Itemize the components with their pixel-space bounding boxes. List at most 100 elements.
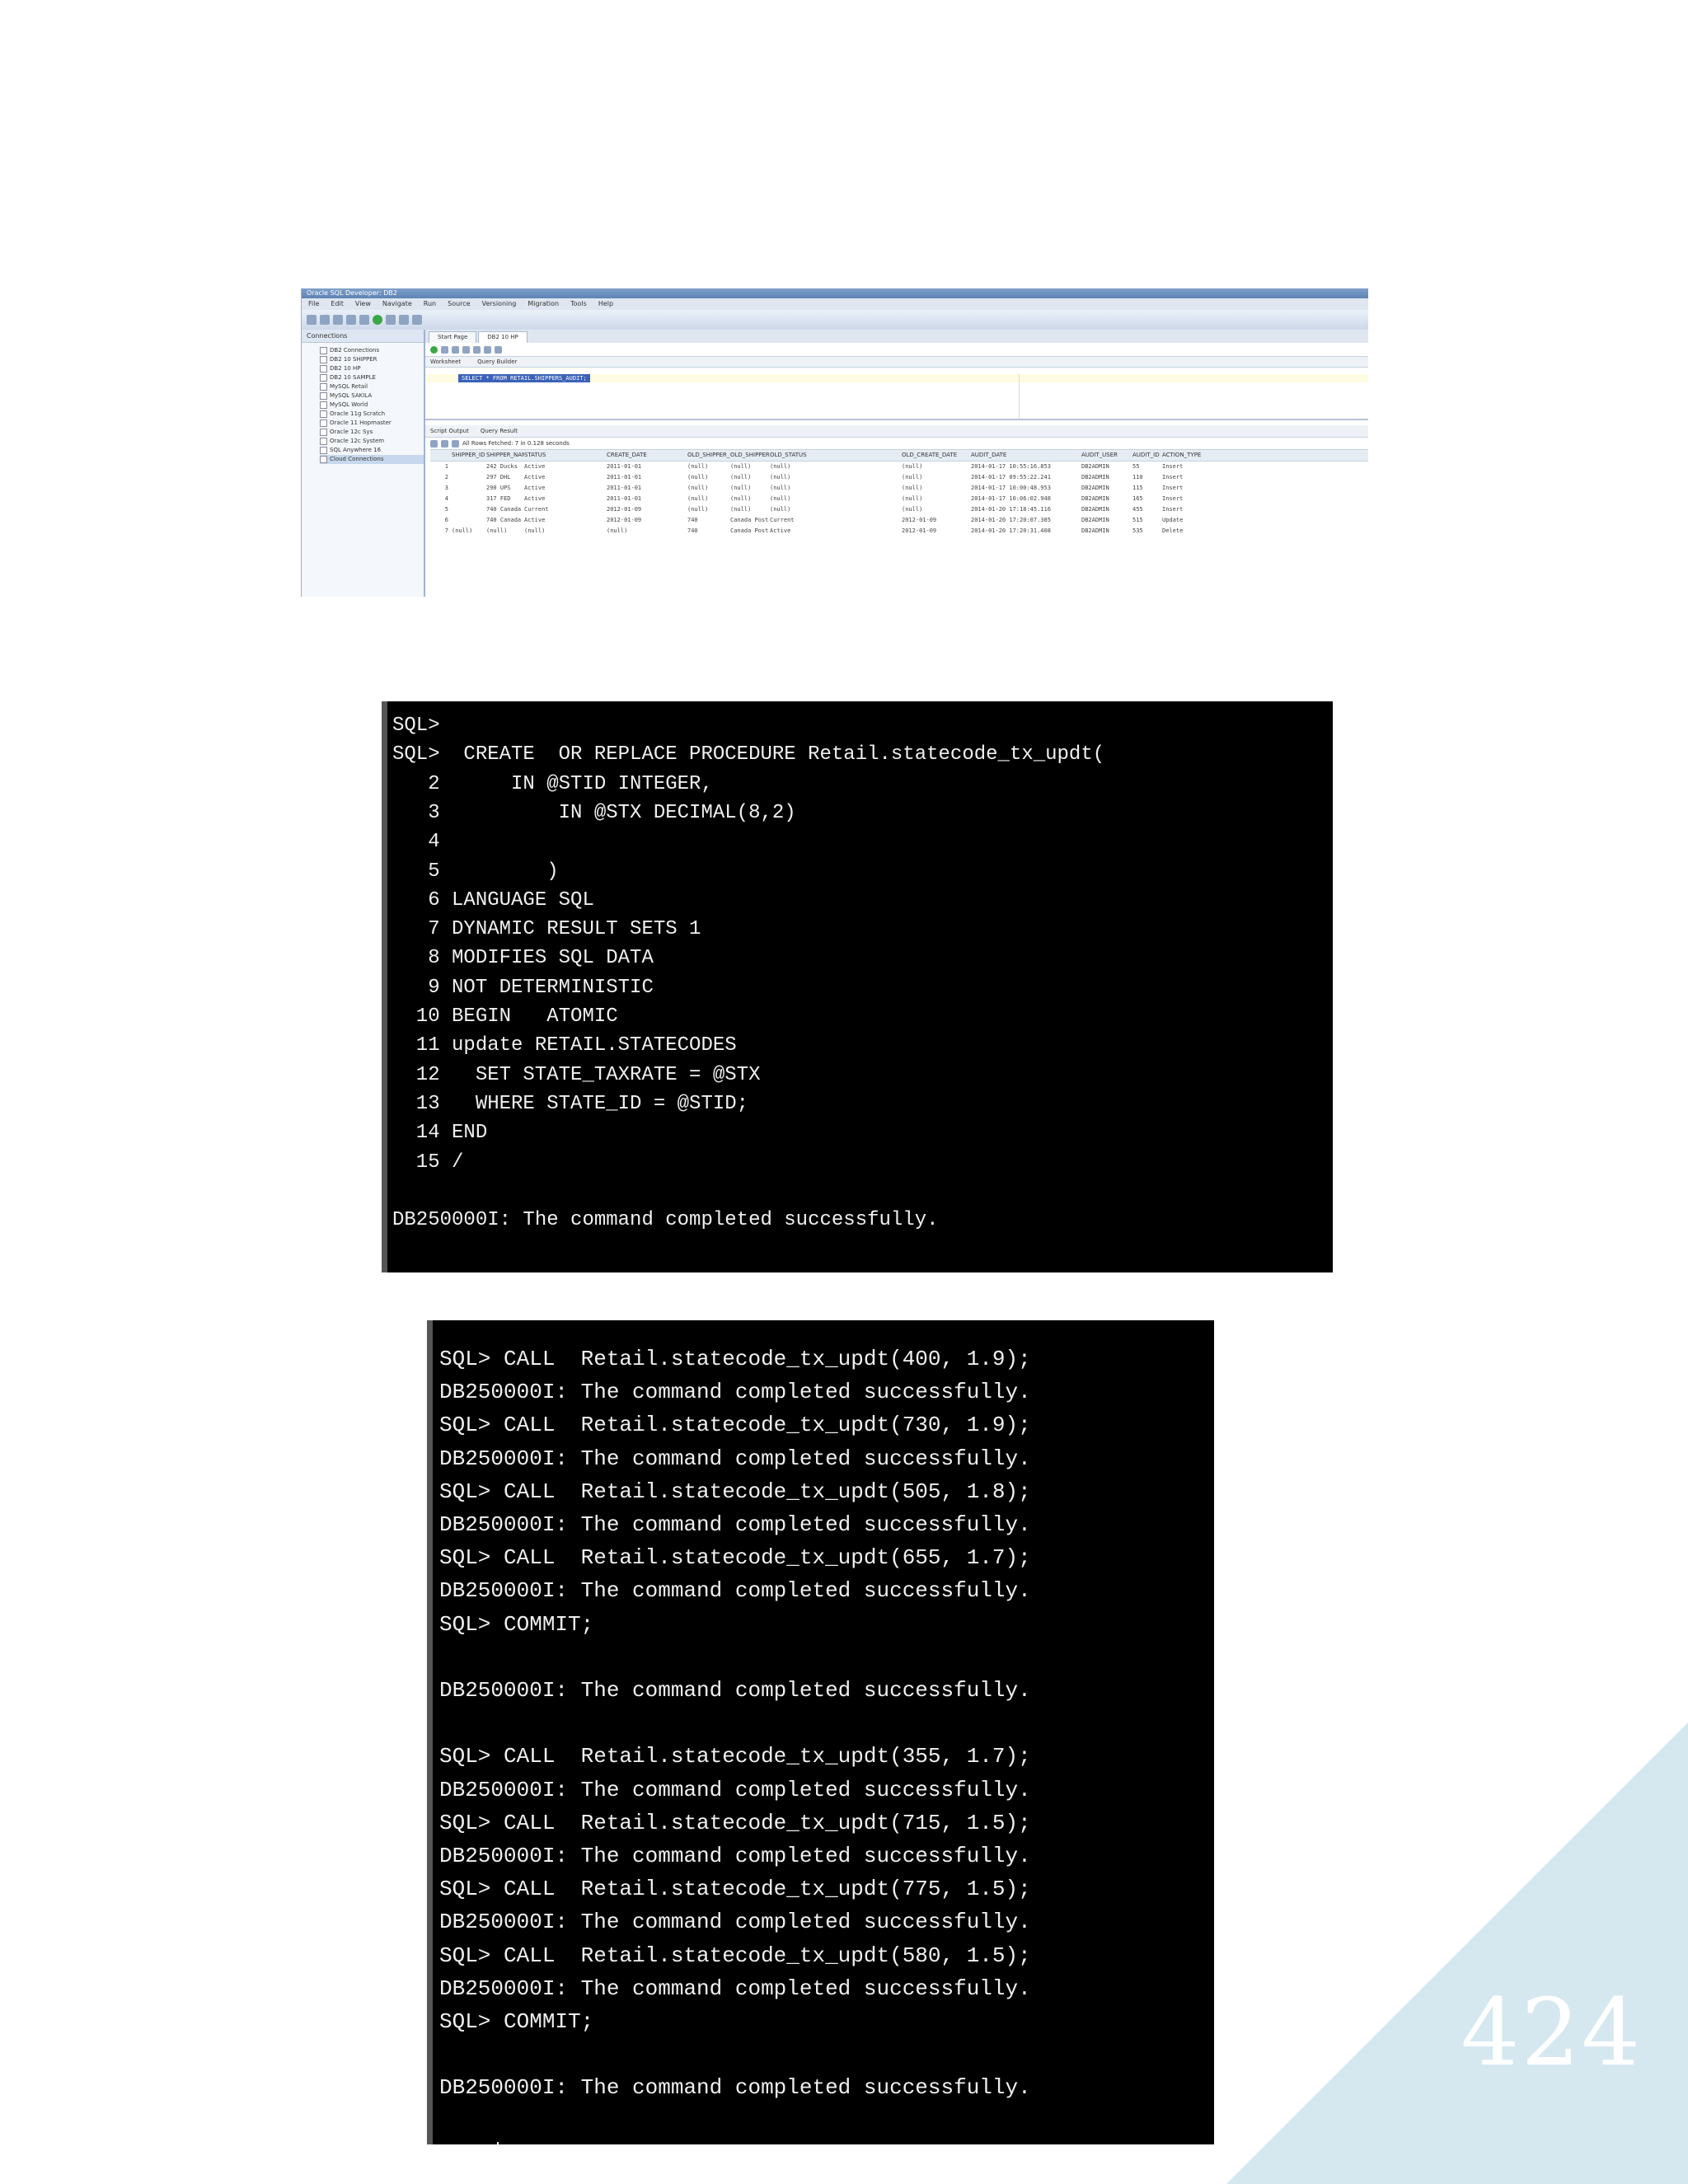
menu-run[interactable]: Run — [424, 298, 436, 310]
refresh-icon[interactable] — [452, 439, 459, 448]
table-cell: 3 — [444, 485, 448, 491]
table-cell: (null) — [687, 485, 709, 491]
grid-header-cell[interactable]: OLD_CREATE_DATE — [902, 450, 971, 461]
output-tabs: Script Output Query Result — [425, 425, 1368, 438]
clear-icon[interactable] — [495, 345, 502, 354]
page-number: 424 — [1461, 1980, 1642, 2087]
table-cell — [452, 462, 486, 472]
tab-db2-connection[interactable]: DB2 10 HP — [478, 331, 528, 343]
table-row[interactable]: 5 740 Canada PostCurrent 2012-01-09 (null) (… — [430, 504, 1368, 515]
expand-icon[interactable] — [320, 392, 327, 400]
menu-tools[interactable]: Tools — [570, 298, 587, 310]
grid-header-cell[interactable]: OLD_SHIPPER_NAME — [730, 450, 770, 461]
expand-icon[interactable] — [320, 419, 327, 427]
terminal-line: 6 LANGUAGE SQL — [392, 888, 594, 912]
autotrace-icon[interactable] — [473, 345, 481, 354]
table-row[interactable]: 2 297 DHL Active 2011-01-01 (null) (null) (nul… — [430, 472, 1368, 483]
commit-icon[interactable] — [452, 345, 459, 354]
export-icon[interactable] — [441, 439, 448, 448]
tab-query-builder[interactable]: Query Builder — [477, 357, 517, 367]
terminal-line: SQL> CALL Retail.statecode_tx_updt(655, … — [439, 1545, 1031, 1571]
tree-item-label: Oracle 11 Hopmaster — [330, 419, 392, 426]
grid-header-cell[interactable]: AUDIT_DATE — [971, 450, 1081, 461]
table-row[interactable]: 3 290 UPS Active 2011-01-01 (null) (null) (nul… — [430, 483, 1368, 494]
open-icon[interactable] — [320, 315, 330, 325]
tree-item[interactable]: MySQL World — [320, 401, 424, 410]
menu-edit[interactable]: Edit — [331, 298, 344, 310]
menu-source[interactable]: Source — [448, 298, 470, 310]
expand-icon[interactable] — [320, 401, 327, 409]
ide-toolbar — [302, 310, 1368, 330]
expand-icon[interactable] — [320, 410, 327, 418]
tree-item[interactable]: MySQL Retail — [320, 382, 424, 391]
run-icon[interactable] — [373, 315, 382, 325]
menu-help[interactable]: Help — [598, 298, 613, 310]
expand-icon[interactable] — [320, 356, 327, 363]
undo-icon[interactable] — [346, 315, 356, 325]
grid-header-cell[interactable]: SHIPPER_NAME — [486, 450, 524, 461]
expand-icon[interactable] — [320, 383, 327, 391]
tree-item[interactable]: DB2 10 HP — [320, 364, 424, 373]
text-cursor — [497, 2141, 499, 2144]
terminal-line: DB250000I: The command completed success… — [439, 2075, 1031, 2101]
menu-file[interactable]: File — [308, 298, 319, 310]
sql-editor[interactable]: SELECT * FROM RETAIL.SHIPPERS_AUDIT; — [425, 368, 1368, 420]
tab-script-output[interactable]: Script Output — [430, 425, 469, 437]
tree-item[interactable]: Oracle 12c System — [320, 437, 424, 446]
table-row[interactable]: 1 242 Ducks Active 2011-01-01 (null) (null) (n… — [430, 462, 1368, 472]
grid-header-cell[interactable]: ACTION_TYPE — [1162, 450, 1203, 461]
tree-item[interactable]: SQL Anywhere 16 — [320, 446, 424, 455]
table-cell: Active — [770, 527, 791, 534]
terminal-line: DB250000I: The command completed success… — [439, 1910, 1031, 1935]
grid-header-cell[interactable]: OLD_SHIPPER_ID — [687, 450, 730, 461]
tree-item[interactable]: Oracle 12c Sys — [320, 428, 424, 437]
expand-icon[interactable] — [320, 456, 327, 463]
expand-icon[interactable] — [320, 365, 327, 373]
expand-icon[interactable] — [320, 429, 327, 436]
back-icon[interactable] — [386, 315, 396, 325]
grid-header-cell[interactable]: AUDIT_ID — [1132, 450, 1162, 461]
menu-migration[interactable]: Migration — [528, 298, 559, 310]
tree-item[interactable]: MySQL SAKILA — [320, 391, 424, 401]
menu-navigate[interactable]: Navigate — [382, 298, 412, 310]
menu-versioning[interactable]: Versioning — [482, 298, 517, 310]
tab-query-result[interactable]: Query Result — [481, 425, 518, 437]
run-script-icon[interactable] — [441, 345, 448, 354]
grid-header-cell[interactable]: OLD_STATUS — [770, 450, 902, 461]
grid-header-cell[interactable]: STATUS — [524, 450, 607, 461]
redo-icon[interactable] — [359, 315, 369, 325]
tab-start-page[interactable]: Start Page — [429, 331, 477, 343]
tree-item[interactable]: DB2 Connections — [320, 346, 424, 355]
editor-tabs: Start Page DB2 10 HP — [425, 330, 1368, 343]
grid-header-cell[interactable]: AUDIT_USER — [1081, 450, 1132, 461]
table-cell: 1 — [444, 463, 448, 470]
forward-icon[interactable] — [399, 315, 409, 325]
table-row[interactable]: 6 740 Canada PostActive 2012-01-09 740 Canad… — [430, 515, 1368, 526]
new-icon[interactable] — [307, 315, 316, 325]
tab-worksheet[interactable]: Worksheet — [430, 357, 461, 367]
tree-item[interactable]: DB2 10 SHIPPER — [320, 355, 424, 364]
tree-item-label: MySQL Retail — [330, 383, 368, 390]
tree-item[interactable]: Cloud Connections — [320, 455, 424, 464]
tree-item[interactable]: DB2 10 SAMPLE — [320, 373, 424, 382]
debug-icon[interactable] — [412, 315, 422, 325]
tree-item-label: SQL Anywhere 16 — [330, 447, 382, 453]
tree-item[interactable]: Oracle 11 Hopmaster — [320, 419, 424, 428]
tree-item[interactable]: Oracle 11g Scratch — [320, 410, 424, 419]
pin-icon[interactable] — [430, 439, 438, 448]
menu-view[interactable]: View — [355, 298, 371, 310]
table-row[interactable]: 4 317 FED Active 2011-01-01 (null) (null) (nul… — [430, 494, 1368, 504]
table-cell: (null) — [902, 463, 923, 470]
grid-header-cell[interactable]: CREATE_DATE — [607, 450, 687, 461]
expand-icon[interactable] — [320, 447, 327, 454]
expand-icon[interactable] — [320, 347, 327, 354]
rollback-icon[interactable] — [462, 345, 470, 354]
table-cell: Active — [524, 495, 546, 502]
explain-icon[interactable] — [484, 345, 491, 354]
save-icon[interactable] — [333, 315, 343, 325]
run-statement-icon[interactable] — [430, 345, 438, 354]
grid-header-cell[interactable]: SHIPPER_ID — [452, 450, 486, 461]
expand-icon[interactable] — [320, 374, 327, 382]
expand-icon[interactable] — [320, 438, 327, 445]
table-row[interactable]: 7 (null) (null) (null) (null) 740 Canada Post A… — [430, 526, 1368, 537]
